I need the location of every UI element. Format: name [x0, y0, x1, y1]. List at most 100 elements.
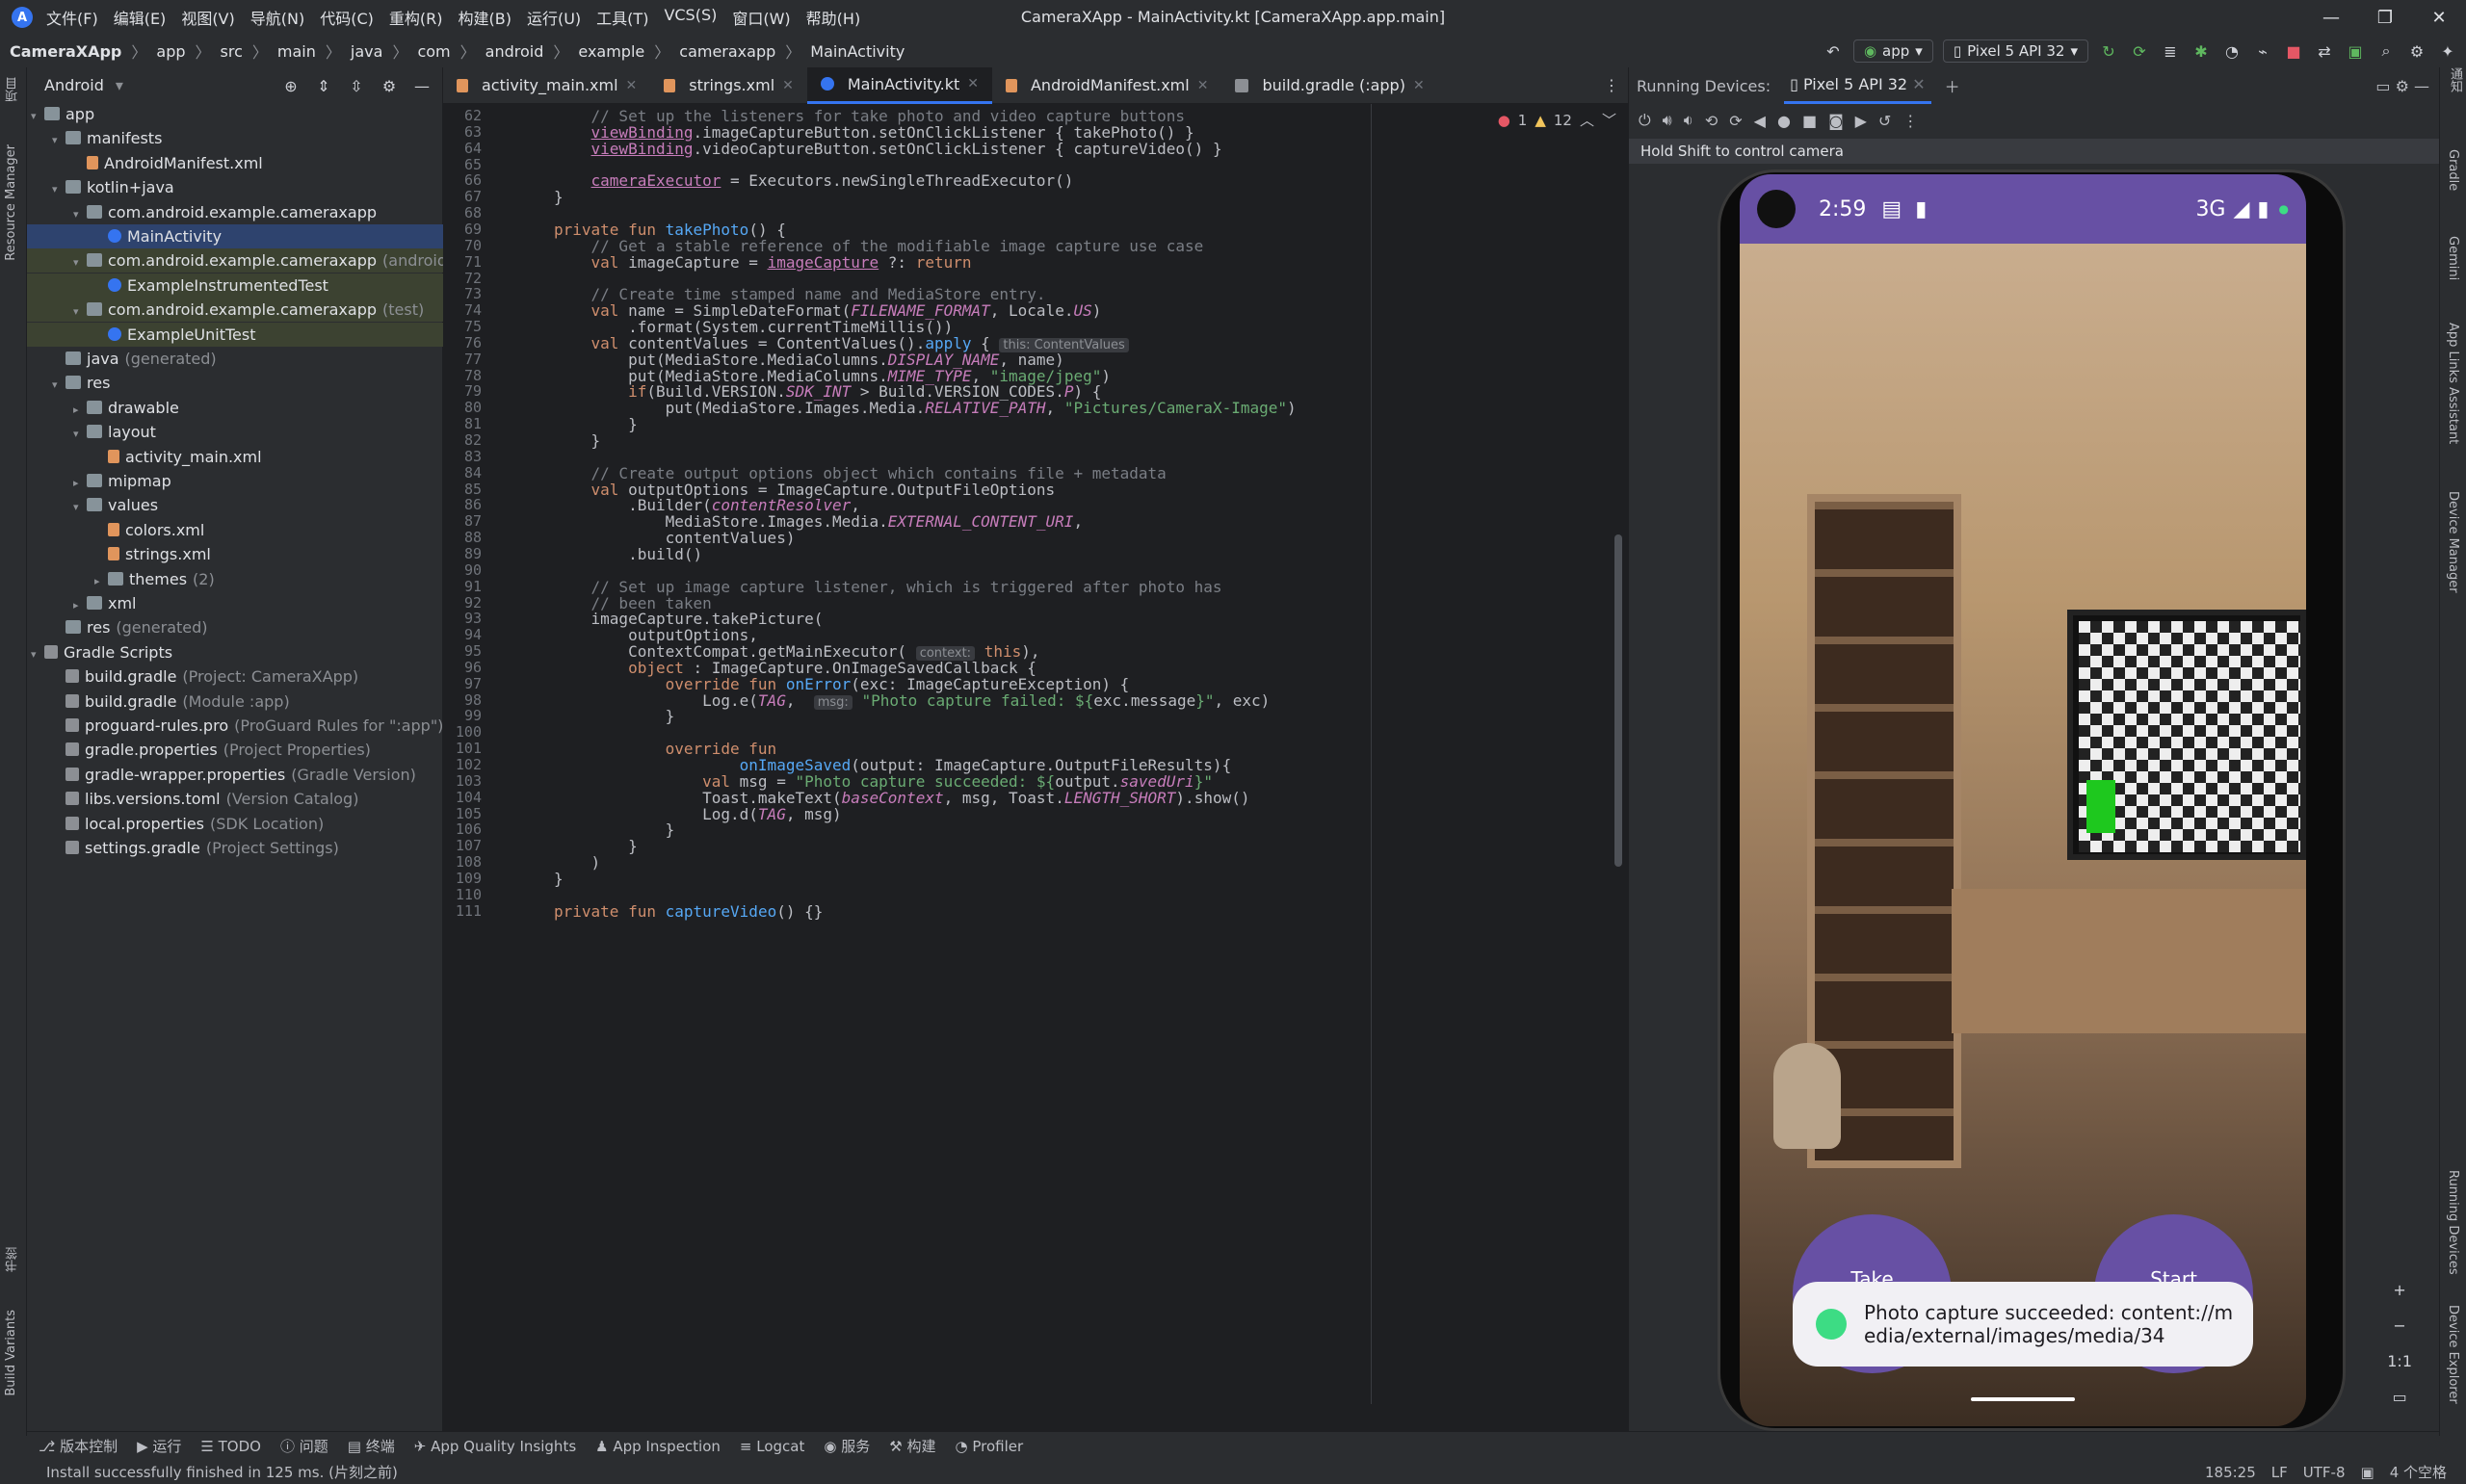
- chevron-icon[interactable]: ▾: [73, 250, 87, 274]
- code-line[interactable]: put(MediaStore.Images.Media.RELATIVE_PAT…: [554, 399, 1297, 417]
- code-line[interactable]: }: [554, 870, 564, 888]
- app-links-tool-button[interactable]: App Links Assistant: [2446, 323, 2460, 444]
- hide-icon[interactable]: —: [411, 75, 433, 96]
- minimize-icon[interactable]: —: [2304, 0, 2358, 35]
- menu-item[interactable]: 编辑(E): [114, 6, 167, 29]
- tool-window-button[interactable]: ▤ 终端: [348, 1436, 395, 1456]
- editor-tab[interactable]: strings.xml ✕: [650, 67, 807, 104]
- rotate-left-icon[interactable]: ⟲: [1705, 112, 1718, 130]
- menu-item[interactable]: 窗口(W): [732, 6, 790, 29]
- hammer-back-icon[interactable]: ↶: [1823, 40, 1844, 62]
- home-icon[interactable]: ●: [1777, 112, 1791, 130]
- tree-item[interactable]: proguard-rules.pro (ProGuard Rules for ":…: [27, 714, 443, 738]
- menu-item[interactable]: VCS(S): [664, 6, 717, 29]
- code-area[interactable]: // Set up the listeners for take photo a…: [554, 104, 1517, 1404]
- tree-item[interactable]: libs.versions.toml (Version Catalog): [27, 787, 443, 811]
- tree-item[interactable]: ▾ Gradle Scripts: [27, 640, 443, 664]
- gradle-sync-icon[interactable]: ⇄: [2314, 40, 2335, 62]
- tree-item[interactable]: AndroidManifest.xml: [27, 151, 443, 175]
- tree-item[interactable]: gradle.properties (Project Properties): [27, 738, 443, 762]
- breadcrumb-item[interactable]: MainActivity: [810, 42, 905, 61]
- chevron-up-icon[interactable]: ︿: [1580, 110, 1594, 130]
- build-variants-tool-button[interactable]: Build Variants: [4, 1310, 18, 1396]
- chevron-icon[interactable]: ▸: [73, 471, 87, 495]
- zoom-in-button[interactable]: +: [2393, 1281, 2405, 1299]
- tree-item[interactable]: ▾ values: [27, 493, 443, 517]
- tree-item[interactable]: ▾ com.android.example.cameraxapp (test): [27, 298, 443, 324]
- chevron-icon[interactable]: ▾: [52, 177, 66, 201]
- close-icon[interactable]: ✕: [782, 78, 794, 93]
- tree-item[interactable]: strings.xml: [27, 542, 443, 566]
- tool-window-button[interactable]: ☰ TODO: [200, 1438, 261, 1455]
- close-icon[interactable]: ✕: [1413, 78, 1425, 93]
- tree-item[interactable]: ▸ mipmap: [27, 469, 443, 493]
- tool-window-button[interactable]: ◔ Profiler: [956, 1438, 1024, 1455]
- tool-window-button[interactable]: ⓘ 问题: [280, 1436, 328, 1456]
- code-line[interactable]: cameraExecutor = Executors.newSingleThre…: [554, 171, 1074, 190]
- tree-item[interactable]: colors.xml: [27, 518, 443, 542]
- device-tab[interactable]: ▯ Pixel 5 API 32 ✕: [1784, 67, 1931, 104]
- chevron-icon[interactable]: ▾: [73, 202, 87, 226]
- editor-tab[interactable]: build.gradle (:app) ✕: [1221, 67, 1437, 104]
- gear-icon[interactable]: ⚙: [379, 75, 400, 96]
- chevron-icon[interactable]: ▾: [73, 422, 87, 446]
- tree-item[interactable]: ▾ com.android.example.cameraxapp (androidT…: [27, 248, 463, 274]
- screenshot-icon[interactable]: ◙: [1828, 112, 1844, 130]
- chevron-icon[interactable]: ▸: [73, 593, 87, 617]
- tree-item[interactable]: ▾ kotlin+java: [27, 175, 443, 199]
- fit-screen-icon[interactable]: ▭: [2393, 1388, 2407, 1406]
- breadcrumb-item[interactable]: com: [417, 42, 450, 61]
- breadcrumb-item[interactable]: java: [351, 42, 383, 61]
- tool-window-button[interactable]: ▶ 运行: [137, 1436, 181, 1456]
- editor-scrollbar[interactable]: [1614, 534, 1622, 867]
- apply-code-changes-icon[interactable]: ⟳: [2129, 40, 2150, 62]
- volume-down-icon[interactable]: 🔉︎: [1684, 111, 1693, 130]
- expand-all-icon[interactable]: ⇕: [313, 75, 334, 96]
- assistant-icon[interactable]: ✦: [2437, 40, 2458, 62]
- volume-up-icon[interactable]: 🔊︎: [1663, 111, 1672, 130]
- breadcrumb-item[interactable]: cameraxapp: [679, 42, 775, 61]
- resource-manager-tool-button[interactable]: Resource Manager: [4, 144, 18, 261]
- overview-icon[interactable]: ■: [1802, 112, 1817, 130]
- line-separator[interactable]: LF: [2271, 1464, 2288, 1481]
- close-icon[interactable]: ✕: [1197, 78, 1209, 93]
- tree-item[interactable]: ▾ app: [27, 102, 443, 126]
- tree-item[interactable]: ▾ com.android.example.cameraxapp: [27, 200, 443, 224]
- tree-item[interactable]: ▾ layout: [27, 420, 443, 444]
- add-device-icon[interactable]: ＋: [1945, 74, 1960, 97]
- snapshot-icon[interactable]: ↺: [1878, 112, 1891, 130]
- tool-window-button[interactable]: ⎇ 版本控制: [39, 1436, 118, 1456]
- code-line[interactable]: viewBinding.videoCaptureButton.setOnClic…: [554, 140, 1222, 158]
- code-line[interactable]: .build(): [554, 545, 702, 563]
- restore-icon[interactable]: ❐: [2358, 0, 2412, 35]
- code-line[interactable]: val imageCapture = imageCapture ?: retur…: [554, 253, 972, 272]
- inspection-widget[interactable]: ● 1 ▲ 12 ︿ ﹀: [1498, 110, 1616, 130]
- rotate-right-icon[interactable]: ⟳: [1729, 112, 1742, 130]
- locate-icon[interactable]: ⊕: [280, 75, 302, 96]
- code-line[interactable]: }: [554, 188, 564, 206]
- running-devices-tool-button[interactable]: Running Devices: [2446, 1170, 2460, 1275]
- tree-item[interactable]: ▾ res: [27, 371, 443, 395]
- menu-item[interactable]: 运行(U): [527, 6, 581, 29]
- gradle-tool-button[interactable]: Gradle: [2446, 149, 2460, 191]
- zoom-out-button[interactable]: −: [2393, 1316, 2405, 1335]
- chevron-icon[interactable]: ▾: [52, 373, 66, 397]
- device-manager-icon[interactable]: ▣: [2345, 40, 2366, 62]
- indent-setting[interactable]: 4 个空格: [2390, 1462, 2447, 1482]
- editor-tab[interactable]: activity_main.xml ✕: [443, 67, 650, 104]
- tree-item[interactable]: settings.gradle (Project Settings): [27, 836, 443, 860]
- device-dropdown[interactable]: ▯ Pixel 5 API 32 ▾: [1942, 39, 2088, 63]
- project-tool-button[interactable]: 项目: [4, 77, 22, 102]
- chevron-icon[interactable]: ▾: [52, 128, 66, 152]
- breadcrumb-item[interactable]: main: [277, 42, 316, 61]
- chevron-icon[interactable]: ▸: [94, 569, 108, 593]
- gemini-tool-button[interactable]: Gemini: [2446, 236, 2460, 280]
- tree-item[interactable]: activity_main.xml: [27, 445, 443, 469]
- menu-item[interactable]: 代码(C): [320, 6, 374, 29]
- tree-item[interactable]: ExampleInstrumentedTest: [27, 273, 443, 298]
- chevron-icon[interactable]: ▾: [73, 299, 87, 324]
- gesture-home-bar[interactable]: [1971, 1397, 2075, 1401]
- tree-item[interactable]: build.gradle (Project: CameraXApp): [27, 664, 443, 689]
- tool-window-button[interactable]: ≡ Logcat: [740, 1438, 804, 1455]
- breadcrumb-item[interactable]: android: [485, 42, 544, 61]
